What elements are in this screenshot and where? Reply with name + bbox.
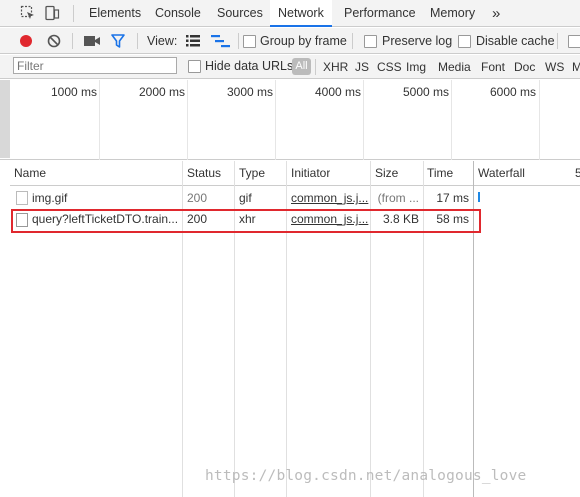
disable-cache-checkbox[interactable] [458,35,471,48]
column-header-waterfall[interactable]: Waterfall [478,161,525,185]
toolbar-separator [137,33,138,49]
toolbar-separator [352,33,353,49]
overview-tick-label: 3000 ms [226,85,273,99]
overview-tick-label: 4000 ms [314,85,361,99]
watermark: https://blog.csdn.net/analogous_love [205,468,527,484]
column-header-type[interactable]: Type [239,161,265,185]
overview-gridline [451,80,452,160]
toolbar-separator [72,33,73,49]
overview-scrollbar[interactable] [0,80,10,158]
hide-data-urls-label: Hide data URLs [205,59,294,73]
request-name[interactable]: img.gif [32,188,180,208]
column-header-status[interactable]: Status [187,161,221,185]
gif-file-icon [16,191,28,205]
group-by-frame-label: Group by frame [260,34,347,48]
toolbar-separator [238,33,239,49]
request-status: 200 [187,191,208,205]
overview-tick-label: 6000 ms [489,85,536,99]
filter-font[interactable]: Font [481,60,505,74]
filter-separator [315,59,316,75]
record-icon[interactable] [19,34,33,48]
preserve-log-label: Preserve log [382,34,453,48]
tab-network[interactable]: Network [270,0,332,27]
overview-tick-label: 5000 ms [402,85,449,99]
filter-manifest[interactable]: M [572,60,580,74]
tab-elements[interactable]: Elements [89,0,141,27]
highlight-box [11,209,481,233]
request-time: 17 ms [436,191,469,205]
tab-console[interactable]: Console [155,0,201,27]
overview-gridline [539,80,540,160]
inspect-element-icon[interactable] [20,5,36,21]
column-header-size[interactable]: Size [375,161,398,185]
disable-cache-label: Disable cache [476,34,555,48]
timeline-overview[interactable]: 1000 ms 2000 ms 3000 ms 4000 ms 5000 ms … [0,80,580,160]
group-by-frame-checkbox[interactable] [243,35,256,48]
offline-checkbox[interactable] [568,35,580,48]
capture-screenshots-icon[interactable] [84,35,100,47]
filter-all-button[interactable]: All [292,58,311,75]
tab-sources[interactable]: Sources [217,0,263,27]
filter-input[interactable] [13,57,177,74]
network-toolbar: View: Group by frame Preserve log Disabl… [0,28,580,54]
filter-doc[interactable]: Doc [514,60,535,74]
preserve-log-checkbox[interactable] [364,35,377,48]
filter-ws[interactable]: WS [545,60,564,74]
overview-gridline [363,80,364,160]
overview-gridline [187,80,188,160]
filter-xhr[interactable]: XHR [323,60,348,74]
overview-tick-label: 2000 ms [138,85,185,99]
filter-bar: Hide data URLs All XHR JS CSS Img Media … [0,55,580,79]
request-initiator[interactable]: common_js.j... [291,188,369,208]
overview-gridline [275,80,276,160]
view-label: View: [147,34,178,48]
column-header-name[interactable]: Name [14,161,46,185]
tab-separator [73,5,74,22]
device-toolbar-icon[interactable] [44,5,60,21]
waterfall-bar [478,192,480,202]
request-type: gif [239,191,252,205]
column-header-time[interactable]: Time [427,161,453,185]
column-header-initiator[interactable]: Initiator [291,161,330,185]
clear-icon[interactable] [47,34,61,48]
overview-tick-label: 1000 ms [50,85,97,99]
hide-data-urls-checkbox[interactable] [188,60,201,73]
toolbar-separator [557,33,558,49]
filter-icon[interactable] [111,34,125,48]
large-rows-icon[interactable] [186,35,200,47]
tab-memory[interactable]: Memory [430,0,475,27]
request-size: (from ... [377,191,419,205]
filter-media[interactable]: Media [438,60,471,74]
tab-performance[interactable]: Performance [344,0,416,27]
filter-js[interactable]: JS [355,60,369,74]
filter-img[interactable]: Img [406,60,426,74]
waterfall-tick-label: 5 [575,166,580,180]
devtools-tab-bar: Elements Console Sources Network Perform… [0,0,580,27]
more-tabs-icon[interactable]: » [492,0,500,27]
waterfall-overview-icon[interactable] [211,34,231,48]
filter-css[interactable]: CSS [377,60,402,74]
overview-gridline [99,80,100,160]
